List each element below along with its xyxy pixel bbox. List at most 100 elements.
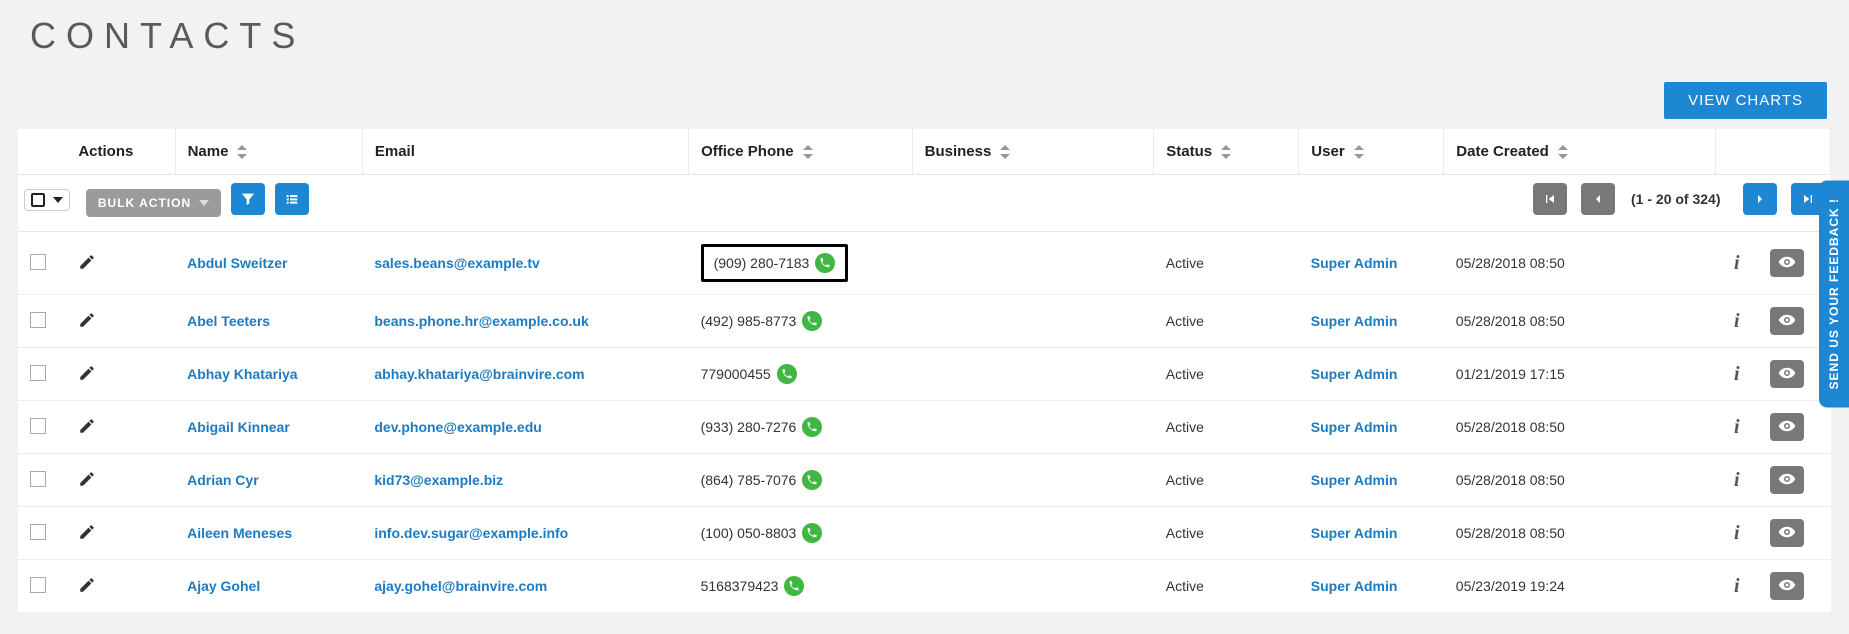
col-date-created[interactable]: Date Created xyxy=(1444,129,1716,175)
pager-prev-button[interactable] xyxy=(1581,183,1615,215)
preview-button[interactable] xyxy=(1770,519,1804,547)
contact-email-link[interactable]: kid73@example.biz xyxy=(374,472,503,488)
whatsapp-icon[interactable] xyxy=(802,311,822,331)
whatsapp-icon[interactable] xyxy=(802,470,822,490)
info-button[interactable]: i xyxy=(1716,454,1758,507)
preview-button[interactable] xyxy=(1770,572,1804,600)
preview-button[interactable] xyxy=(1770,249,1804,277)
edit-button[interactable] xyxy=(78,523,96,541)
col-business[interactable]: Business xyxy=(912,129,1154,175)
select-all-dropdown[interactable] xyxy=(24,189,70,211)
sort-icon[interactable] xyxy=(999,145,1011,159)
edit-button[interactable] xyxy=(78,417,96,435)
eye-icon xyxy=(1778,470,1796,491)
info-button[interactable]: i xyxy=(1716,507,1758,560)
contact-email-link[interactable]: info.dev.sugar@example.info xyxy=(374,525,568,541)
user-link[interactable]: Super Admin xyxy=(1311,366,1398,382)
sort-icon[interactable] xyxy=(1353,145,1365,159)
contact-name-link[interactable]: Abel Teeters xyxy=(187,313,270,329)
preview-button[interactable] xyxy=(1770,413,1804,441)
info-button[interactable]: i xyxy=(1716,232,1758,295)
row-checkbox[interactable] xyxy=(30,312,46,328)
status-cell: Active xyxy=(1154,454,1299,507)
sort-icon[interactable] xyxy=(802,145,814,159)
col-name[interactable]: Name xyxy=(175,129,362,175)
edit-button[interactable] xyxy=(78,311,96,329)
phone-number[interactable]: (909) 280-7183 xyxy=(714,255,810,271)
edit-button[interactable] xyxy=(78,253,96,271)
feedback-tab[interactable]: SEND US YOUR FEEDBACK ! xyxy=(1819,180,1849,407)
user-link[interactable]: Super Admin xyxy=(1311,472,1398,488)
chevron-down-icon xyxy=(53,197,63,203)
pencil-icon xyxy=(78,316,96,332)
pager-first-button[interactable] xyxy=(1533,183,1567,215)
view-charts-button[interactable]: VIEW CHARTS xyxy=(1664,82,1827,119)
chevron-left-icon xyxy=(1590,191,1606,207)
whatsapp-icon[interactable] xyxy=(777,364,797,384)
col-user[interactable]: User xyxy=(1299,129,1444,175)
whatsapp-icon[interactable] xyxy=(802,417,822,437)
contact-email-link[interactable]: beans.phone.hr@example.co.uk xyxy=(374,313,588,329)
eye-icon xyxy=(1778,253,1796,274)
info-button[interactable]: i xyxy=(1716,295,1758,348)
phone-number[interactable]: (100) 050-8803 xyxy=(701,525,797,541)
whatsapp-icon[interactable] xyxy=(784,576,804,596)
contact-email-link[interactable]: dev.phone@example.edu xyxy=(374,419,541,435)
col-email[interactable]: Email xyxy=(362,129,688,175)
sort-icon[interactable] xyxy=(1557,145,1569,159)
preview-button[interactable] xyxy=(1770,307,1804,335)
list-view-button[interactable] xyxy=(275,183,309,215)
contact-name-link[interactable]: Abigail Kinnear xyxy=(187,419,290,435)
row-checkbox[interactable] xyxy=(30,254,46,270)
contact-email-link[interactable]: sales.beans@example.tv xyxy=(374,255,539,271)
row-checkbox[interactable] xyxy=(30,577,46,593)
row-checkbox[interactable] xyxy=(30,418,46,434)
bulk-action-button[interactable]: BULK ACTION xyxy=(86,189,221,217)
user-link[interactable]: Super Admin xyxy=(1311,525,1398,541)
edit-button[interactable] xyxy=(78,364,96,382)
phone-number[interactable]: (492) 985-8773 xyxy=(701,313,797,329)
info-button[interactable]: i xyxy=(1716,348,1758,401)
phone-cell: (933) 280-7276 xyxy=(701,417,901,437)
filter-button[interactable] xyxy=(231,183,265,215)
info-button[interactable]: i xyxy=(1716,560,1758,613)
whatsapp-icon[interactable] xyxy=(802,523,822,543)
contact-name-link[interactable]: Abhay Khatariya xyxy=(187,366,297,382)
contact-email-link[interactable]: ajay.gohel@brainvire.com xyxy=(374,578,547,594)
contact-name-link[interactable]: Abdul Sweitzer xyxy=(187,255,287,271)
row-checkbox[interactable] xyxy=(30,365,46,381)
user-link[interactable]: Super Admin xyxy=(1311,313,1398,329)
phone-number[interactable]: 5168379423 xyxy=(701,578,779,594)
edit-button[interactable] xyxy=(78,470,96,488)
date-created-cell: 05/28/2018 08:50 xyxy=(1444,454,1716,507)
pencil-icon xyxy=(78,528,96,544)
whatsapp-icon[interactable] xyxy=(815,253,835,273)
row-checkbox[interactable] xyxy=(30,524,46,540)
col-office-phone[interactable]: Office Phone xyxy=(689,129,913,175)
preview-button[interactable] xyxy=(1770,466,1804,494)
row-checkbox[interactable] xyxy=(30,471,46,487)
user-link[interactable]: Super Admin xyxy=(1311,578,1398,594)
phone-number[interactable]: (864) 785-7076 xyxy=(701,472,797,488)
contact-email-link[interactable]: abhay.khatariya@brainvire.com xyxy=(374,366,584,382)
col-actions[interactable]: Actions xyxy=(66,129,175,175)
info-button[interactable]: i xyxy=(1716,401,1758,454)
phone-cell: (100) 050-8803 xyxy=(701,523,901,543)
pencil-icon xyxy=(78,475,96,491)
toolbar-row: BULK ACTION xyxy=(18,175,1831,232)
contact-name-link[interactable]: Aileen Meneses xyxy=(187,525,292,541)
sort-icon[interactable] xyxy=(1220,145,1232,159)
edit-button[interactable] xyxy=(78,576,96,594)
page-title: CONTACTS xyxy=(0,10,1849,82)
user-link[interactable]: Super Admin xyxy=(1311,255,1398,271)
pager-range: (1 - 20 of 324) xyxy=(1623,191,1728,207)
pager-next-button[interactable] xyxy=(1743,183,1777,215)
contact-name-link[interactable]: Adrian Cyr xyxy=(187,472,259,488)
phone-number[interactable]: 779000455 xyxy=(701,366,771,382)
user-link[interactable]: Super Admin xyxy=(1311,419,1398,435)
phone-number[interactable]: (933) 280-7276 xyxy=(701,419,797,435)
contact-name-link[interactable]: Ajay Gohel xyxy=(187,578,260,594)
col-status[interactable]: Status xyxy=(1154,129,1299,175)
sort-icon[interactable] xyxy=(236,145,248,159)
preview-button[interactable] xyxy=(1770,360,1804,388)
